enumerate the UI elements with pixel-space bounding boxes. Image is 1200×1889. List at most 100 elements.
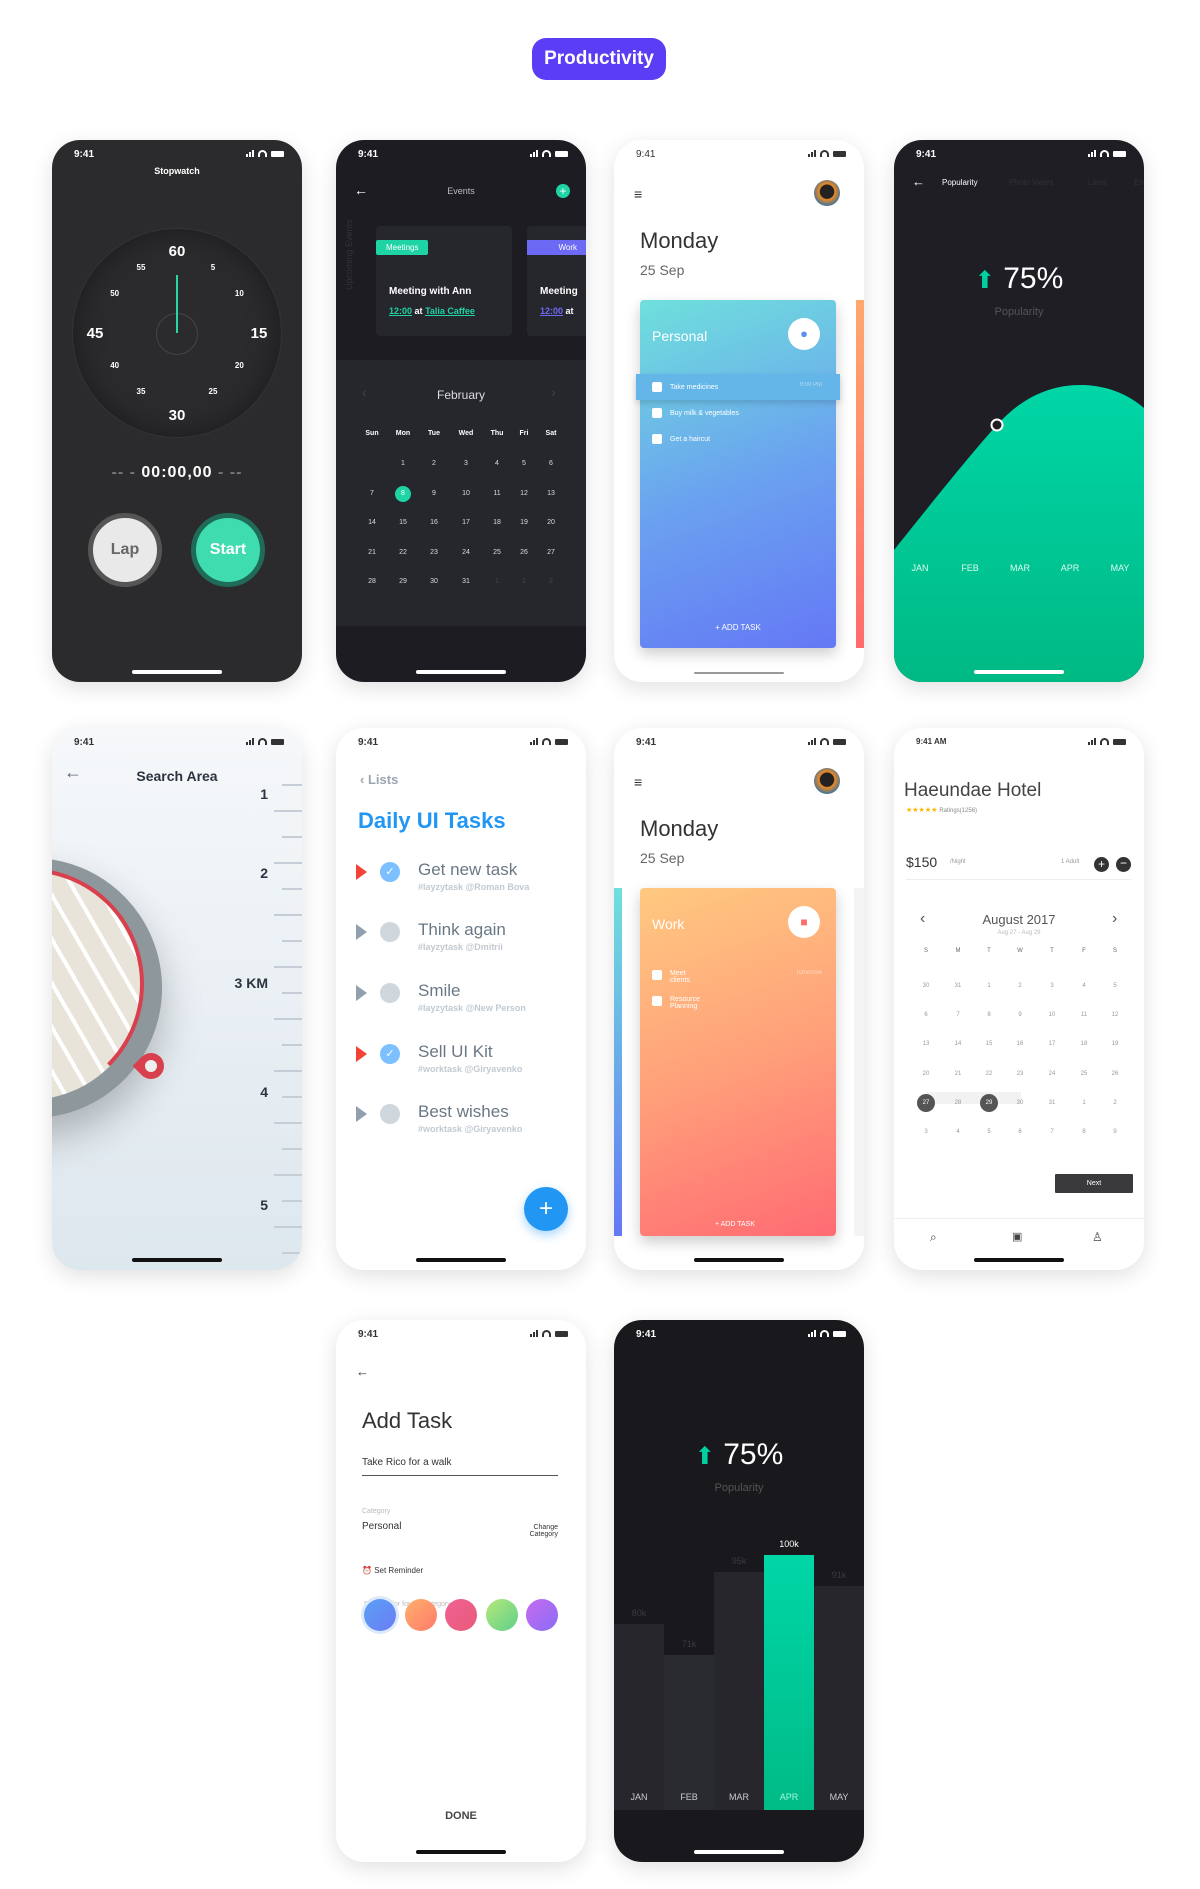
calendar-day[interactable]: 8 [980,1006,998,1024]
expand-arrow-icon[interactable] [356,1106,367,1122]
calendar-day[interactable]: 3 [458,456,474,472]
task-name-input[interactable]: Take Rico for a walk [362,1457,558,1476]
calendar-day[interactable]: 15 [980,1035,998,1053]
calendar-day[interactable]: 26 [1106,1065,1124,1083]
event-time-link[interactable]: 12:00 [540,306,563,316]
calendar-day[interactable]: 11 [1075,1006,1093,1024]
calendar-day[interactable]: 20 [917,1065,935,1083]
calendar-day[interactable]: 22 [395,545,411,561]
bar[interactable] [614,1623,664,1810]
event-card[interactable]: Meetings Meeting with Ann 12:00 at Talia… [376,226,512,336]
task-row[interactable]: Think again #layzytask @Dmitrii [336,918,586,970]
calendar-day[interactable]: 13 [543,486,559,502]
hotel-icon[interactable]: ▣ [1012,1230,1022,1243]
calendar-day[interactable]: 24 [1043,1065,1061,1083]
remove-guest-button[interactable]: − [1116,857,1131,872]
calendar-day[interactable]: 19 [516,515,532,531]
task-item[interactable]: Buy milk & vegetables [652,408,739,418]
calendar-day[interactable]: 15 [395,515,411,531]
calendar-day[interactable]: 30 [1011,1094,1029,1112]
add-task-fab[interactable]: + [524,1187,568,1231]
calendar-day[interactable]: 28 [949,1094,967,1112]
color-swatch[interactable] [364,1599,396,1631]
calendar-day[interactable]: 13 [917,1035,935,1053]
calendar-day[interactable]: 1 [980,977,998,995]
calendar-day[interactable]: 5 [980,1123,998,1141]
calendar-day[interactable]: 2 [1011,977,1029,995]
calendar-day[interactable]: 2 [1106,1094,1124,1112]
bar[interactable] [814,1586,864,1810]
task-row[interactable]: Best wishes #worktask @Giryavenko [336,1100,586,1152]
calendar-day[interactable]: 2 [426,456,442,472]
menu-icon[interactable]: ≡ [634,186,642,202]
priority-flag-icon[interactable] [356,1046,367,1062]
back-to-lists-link[interactable]: ‹ Lists [360,772,398,787]
avatar[interactable] [814,180,840,206]
avatar[interactable] [814,768,840,794]
profile-icon[interactable]: ♙ [1092,1230,1103,1244]
task-row[interactable]: ✓ Get new task #layzytask @Roman Bova [336,858,586,910]
calendar-day[interactable]: 10 [1043,1006,1061,1024]
checked-icon[interactable]: ✓ [380,1044,400,1064]
task-item[interactable]: Resource Planning [652,996,710,1010]
search-icon[interactable]: ⌕ [930,1230,937,1245]
calendar-day[interactable]: 27 [543,545,559,561]
color-swatch[interactable] [404,1599,437,1631]
calendar-day[interactable]: 28 [364,574,380,590]
calendar-day[interactable]: 26 [516,545,532,561]
add-guest-button[interactable]: + [1094,857,1109,872]
category-badge[interactable]: Productivity [532,38,666,80]
calendar-day[interactable]: 1 [1075,1094,1093,1112]
calendar-day[interactable]: 27 [917,1093,935,1112]
calendar-day[interactable]: 30 [426,574,442,590]
next-card-peek[interactable] [854,888,864,1236]
change-category-button[interactable]: Change Category [508,1524,558,1538]
event-place-link[interactable]: Talia Caffee [425,306,475,316]
task-row[interactable]: ✓ Sell UI Kit #worktask @Giryavenko [336,1040,586,1092]
calendar-day[interactable]: 6 [543,456,559,472]
next-card-peek[interactable] [856,300,864,648]
lap-button[interactable]: Lap [88,513,162,587]
add-task-button[interactable]: + ADD TASK [640,623,836,632]
calendar-day[interactable]: 16 [426,515,442,531]
priority-flag-icon[interactable] [356,864,367,880]
task-row[interactable]: Smile #layzytask @New Person [336,979,586,1031]
calendar-day[interactable]: 25 [1075,1065,1093,1083]
calendar-day[interactable]: 12 [1106,1006,1124,1024]
calendar-day[interactable]: 3 [917,1123,935,1141]
expand-arrow-icon[interactable] [356,924,367,940]
calendar-day[interactable]: 21 [364,545,380,561]
calendar-day[interactable]: 7 [1043,1123,1061,1141]
set-reminder-button[interactable]: ⏰ Set Reminder [362,1566,423,1575]
add-task-button[interactable]: + ADD TASK [710,1221,760,1228]
bar[interactable] [664,1654,714,1810]
calendar-day[interactable]: 4 [489,456,505,472]
calendar-day[interactable]: 24 [458,545,474,561]
calendar-day[interactable]: 7 [364,486,380,502]
calendar-day[interactable]: 18 [1075,1035,1093,1053]
calendar-day[interactable]: 25 [489,545,505,561]
color-swatch[interactable] [526,1599,558,1631]
task-item[interactable]: Get a haircut [652,434,710,444]
task-item[interactable]: Take medicines 9:00 PM [652,382,822,392]
calendar-day[interactable]: 5 [1106,977,1124,995]
calendar-day[interactable]: 1 [489,574,505,590]
checked-icon[interactable]: ✓ [380,862,400,882]
calendar-day[interactable]: 22 [980,1065,998,1083]
bar[interactable] [764,1555,814,1810]
back-arrow-icon[interactable]: ← [356,1364,369,1379]
calendar-day[interactable]: 21 [949,1065,967,1083]
calendar-day[interactable]: 16 [1011,1035,1029,1053]
calendar-day[interactable]: 9 [426,486,442,502]
calendar-day[interactable]: 19 [1106,1035,1124,1053]
prev-card-peek[interactable] [614,888,622,1236]
calendar-day[interactable]: 17 [1043,1035,1061,1053]
calendar-day[interactable]: 23 [1011,1065,1029,1083]
calendar-day[interactable]: 3 [543,574,559,590]
calendar-day[interactable]: 18 [489,515,505,531]
color-swatch[interactable] [485,1599,518,1631]
calendar-day[interactable]: 8 [395,485,411,502]
color-swatch[interactable] [445,1599,477,1631]
calendar-day[interactable]: 1 [395,456,411,472]
calendar-day[interactable]: 20 [543,515,559,531]
